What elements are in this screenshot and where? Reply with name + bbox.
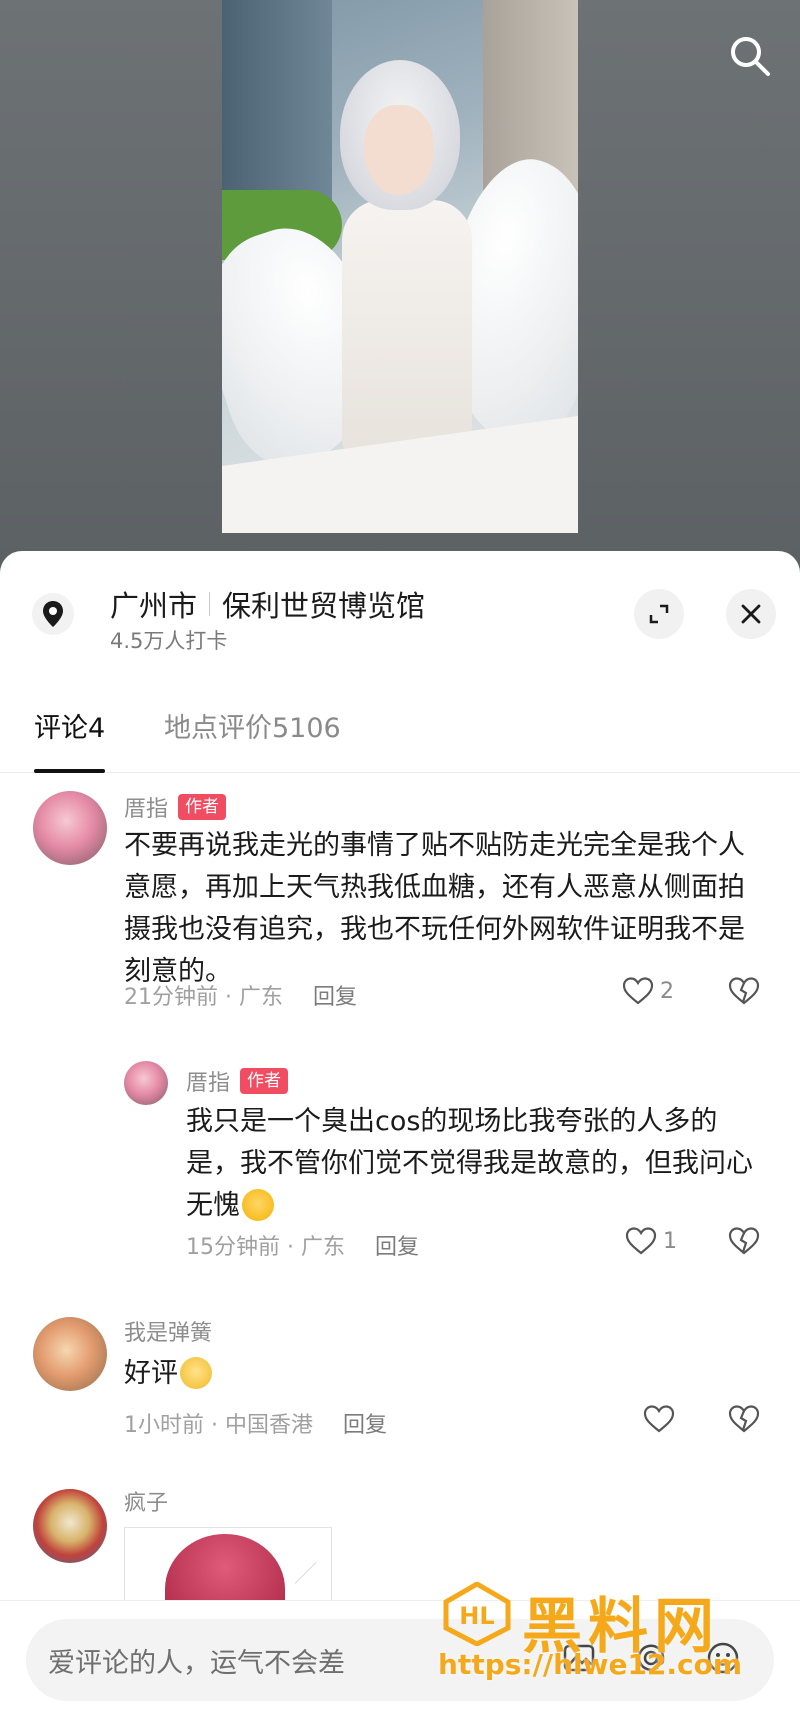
comment-item: 我是弹簧 好评 1小时前 · 中国香港 回复 (0, 1311, 800, 1461)
reply-button[interactable]: 回复 (375, 1235, 419, 1260)
avatar[interactable] (33, 1317, 107, 1391)
like-button[interactable]: 1 (625, 1226, 677, 1256)
laugh-cry-emoji-icon (242, 1188, 274, 1221)
dislike-button[interactable] (728, 976, 760, 1010)
at-icon (637, 1644, 665, 1671)
emoji-button[interactable] (698, 1633, 748, 1683)
image-icon (563, 1644, 595, 1672)
close-button[interactable] (726, 589, 776, 639)
close-icon (741, 604, 761, 624)
smiley-icon (707, 1642, 739, 1674)
tab-place-reviews[interactable]: 地点评价5106 (164, 701, 341, 773)
like-button[interactable] (643, 1404, 681, 1434)
comment-text[interactable]: 好评 (124, 1353, 744, 1395)
comment-username[interactable]: 厝指 作者 (186, 1065, 289, 1097)
comment-text-body: 好评 (124, 1358, 178, 1389)
avatar[interactable] (33, 791, 107, 865)
map-pin-icon (43, 601, 63, 627)
username-text: 厝指 (124, 797, 169, 822)
teary-emoji-icon (180, 1356, 212, 1389)
image-fold (294, 1561, 331, 1605)
search-icon (731, 37, 770, 76)
broken-heart-icon (728, 1405, 760, 1433)
location-comments-sheet: 广州市 保利世贸博览馆 4.5万人打卡 评论4 地点评价5106 厝指 作者 不… (0, 551, 800, 1718)
tab-reviews-count: 5106 (272, 713, 341, 744)
heart-icon (622, 977, 654, 1005)
reply-button[interactable]: 回复 (343, 1413, 387, 1438)
broken-heart-icon (728, 1227, 760, 1255)
broken-heart-icon (728, 977, 760, 1005)
tab-reviews-label: 地点评价 (164, 713, 272, 744)
comment-username[interactable]: 我是弹簧 (124, 1315, 212, 1347)
comment-text[interactable]: 不要再说我走光的事情了贴不贴防走光完全是我个人意愿，再加上天气热我低血糖，还有人… (124, 825, 764, 993)
cosplay-photo[interactable] (222, 0, 578, 533)
comment-meta: 21分钟前 · 广东 回复 (124, 979, 357, 1011)
photo-building-left (222, 0, 332, 210)
comment-input[interactable]: 爱评论的人，运气不会差 (26, 1619, 774, 1701)
title-divider (209, 592, 211, 616)
comment-username[interactable]: 疯子 (124, 1485, 168, 1517)
like-count: 1 (663, 1228, 677, 1254)
reply-button[interactable]: 回复 (313, 985, 357, 1010)
reply-comment-item: 厝指 作者 我只是一个臭出cos的现场比我夸张的人多的是，我不管你们觉不觉得我是… (0, 1061, 800, 1260)
like-count: 2 (660, 978, 674, 1004)
comment-input-bar: 爱评论的人，运气不会差 (0, 1600, 800, 1718)
tab-comments-label: 评论 (34, 713, 88, 744)
author-badge: 作者 (240, 1068, 289, 1094)
comment-username[interactable]: 厝指 作者 (124, 791, 227, 823)
location-venue: 保利世贸博览馆 (222, 589, 426, 623)
author-badge: 作者 (178, 794, 227, 820)
photo-face (364, 105, 434, 195)
username-text: 厝指 (186, 1071, 231, 1096)
avatar[interactable] (33, 1489, 107, 1563)
tab-bar: 评论4 地点评价5106 (0, 701, 800, 773)
dislike-button[interactable] (728, 1226, 760, 1260)
username-text: 疯子 (124, 1491, 169, 1516)
expand-button[interactable] (634, 589, 684, 639)
image-picker-button[interactable] (554, 1633, 604, 1683)
search-button[interactable] (722, 28, 778, 84)
location-title[interactable]: 广州市 保利世贸博览馆 (110, 583, 425, 625)
comment-time: 1小时前 · 中国香港 (124, 1413, 313, 1438)
dislike-button[interactable] (728, 1404, 760, 1438)
avatar[interactable] (124, 1061, 168, 1105)
tab-comments-count: 4 (88, 713, 106, 744)
comment-meta: 15分钟前 · 广东 回复 (186, 1229, 419, 1261)
username-text: 我是弹簧 (124, 1321, 213, 1346)
comment-time: 15分钟前 · 广东 (186, 1235, 345, 1260)
like-button[interactable]: 2 (622, 976, 674, 1006)
location-city: 广州市 (110, 589, 198, 623)
location-pin (32, 593, 74, 635)
location-checkins: 4.5万人打卡 (110, 629, 228, 653)
comment-input-placeholder: 爱评论的人，运气不会差 (48, 1648, 345, 1679)
expand-icon (649, 604, 669, 624)
photo-costume (342, 200, 472, 460)
comment-text[interactable]: 我只是一个臭出cos的现场比我夸张的人多的是，我不管你们觉不觉得我是故意的，但我… (186, 1101, 766, 1227)
mention-button[interactable] (626, 1633, 676, 1683)
comment-meta: 1小时前 · 中国香港 回复 (124, 1407, 387, 1439)
tab-comments[interactable]: 评论4 (34, 701, 106, 773)
heart-icon (643, 1405, 675, 1433)
heart-icon (625, 1227, 657, 1255)
comment-time: 21分钟前 · 广东 (124, 985, 283, 1010)
comment-item: 厝指 作者 不要再说我走光的事情了贴不贴防走光完全是我个人意愿，再加上天气热我低… (0, 781, 800, 1011)
